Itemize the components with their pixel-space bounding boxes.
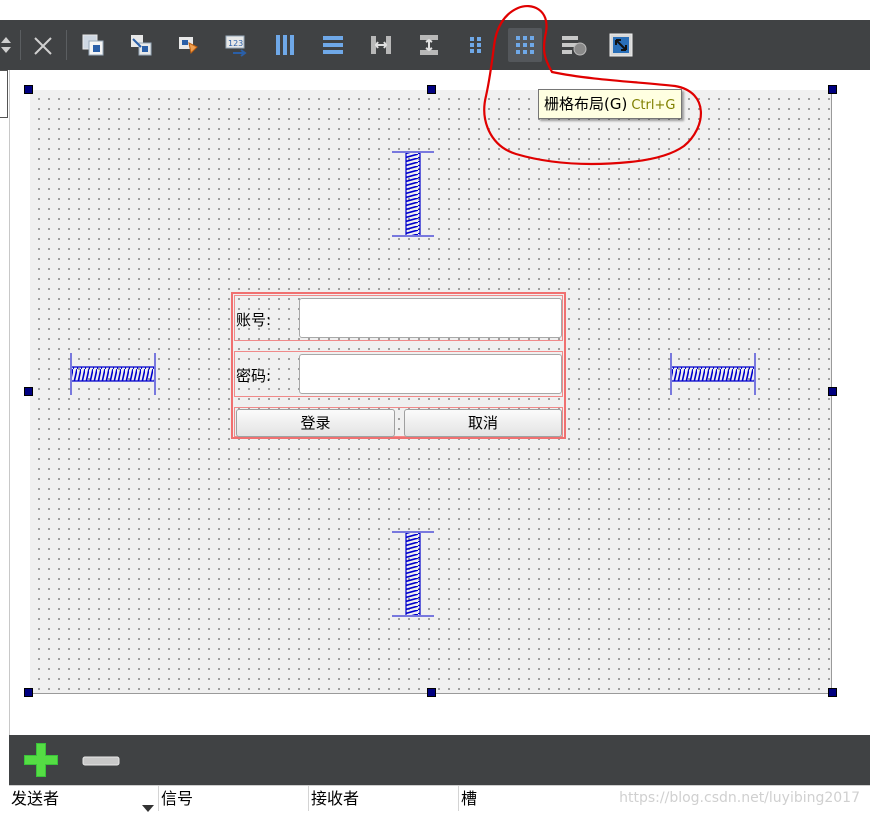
vertical-spacer-top[interactable] (390, 150, 436, 240)
tab-order-icon: 123 (225, 35, 247, 57)
signal-slot-toolbar (9, 735, 870, 785)
signals-slots-icon (131, 35, 152, 56)
resize-handle-right[interactable] (828, 387, 837, 396)
minus-icon[interactable] (81, 753, 121, 767)
toolbar-button-edit-tab-order[interactable]: 123 (220, 28, 254, 62)
dropdown-arrow-icon[interactable] (142, 795, 154, 821)
vertical-spacer-bottom[interactable] (390, 530, 436, 620)
column-signal-label: 信号 (161, 789, 194, 808)
toolbar-button-layout-vertical-splitter[interactable] (412, 28, 446, 62)
resize-handle-top[interactable] (427, 85, 436, 94)
horizontal-layout-icon (276, 35, 294, 55)
horizontal-splitter-icon (371, 36, 391, 54)
designer-toolbar: 123 (0, 20, 870, 70)
resize-handle-bottom-left[interactable] (24, 688, 33, 697)
toolbar-button-layout-vertically[interactable] (316, 28, 350, 62)
column-sender-label: 发送者 (11, 789, 60, 808)
column-sender[interactable]: 发送者 (9, 786, 159, 812)
red-annotation-circle (483, 5, 702, 165)
window-top-strip (0, 0, 870, 20)
toolbar-button-layout-horizontal-splitter[interactable] (364, 28, 398, 62)
left-panel (0, 70, 10, 735)
buddies-icon (179, 37, 198, 55)
horizontal-spacer-right[interactable] (669, 351, 759, 397)
resize-handle-left[interactable] (24, 387, 33, 396)
resize-handle-top-right[interactable] (828, 85, 837, 94)
sort-arrows-icon[interactable] (0, 34, 12, 56)
account-input[interactable] (299, 298, 562, 338)
close-icon[interactable] (31, 34, 55, 58)
plus-icon[interactable] (22, 741, 60, 779)
column-slot-label: 槽 (461, 789, 478, 808)
column-signal[interactable]: 信号 (159, 786, 309, 811)
svg-text:123: 123 (228, 39, 243, 48)
column-receiver[interactable]: 接收者 (309, 786, 459, 811)
password-input[interactable] (299, 354, 562, 394)
column-slot[interactable]: 槽 (459, 786, 609, 811)
resize-handle-bottom-right[interactable] (828, 688, 837, 697)
account-label: 账号: (236, 311, 272, 329)
toolbar-button-layout-horizontally[interactable] (268, 28, 302, 62)
password-label: 密码: (236, 367, 272, 385)
horizontal-spacer-left[interactable] (69, 351, 159, 397)
resize-handle-bottom[interactable] (427, 688, 436, 697)
edit-widgets-icon (82, 34, 104, 56)
login-grid-layout[interactable]: 账号: 密码: 登录 取消 (231, 292, 566, 439)
toolbar-button-edit-signals-slots[interactable] (124, 28, 158, 62)
toolbar-button-edit-widgets[interactable] (76, 28, 110, 62)
column-receiver-label: 接收者 (311, 789, 360, 808)
watermark-text: https://blog.csdn.net/luyibing2017 (619, 790, 860, 806)
toolbar-button-edit-buddies[interactable] (172, 28, 206, 62)
vertical-layout-icon (323, 36, 343, 54)
left-panel-box (0, 70, 8, 118)
vertical-splitter-icon (420, 35, 438, 55)
resize-handle-top-left[interactable] (24, 85, 33, 94)
login-button[interactable]: 登录 (236, 409, 395, 437)
cancel-button[interactable]: 取消 (404, 409, 562, 437)
